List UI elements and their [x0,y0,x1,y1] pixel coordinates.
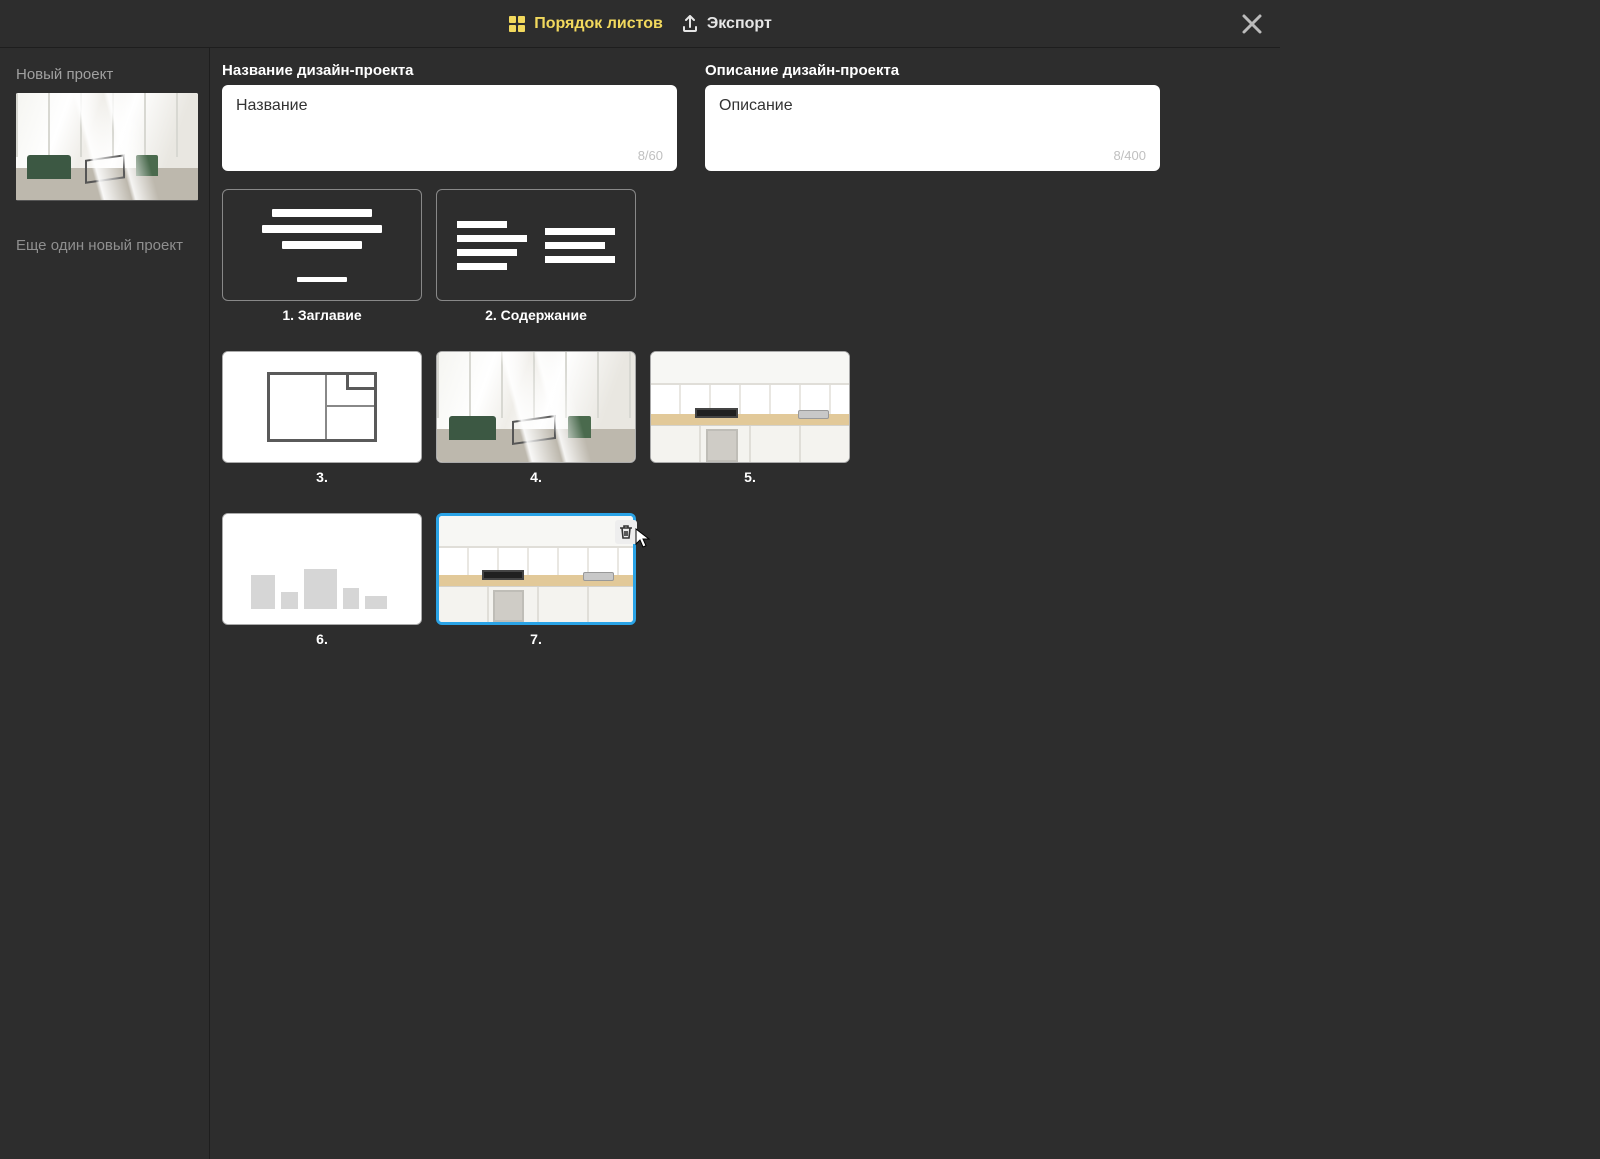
page-caption: 3. [316,469,328,485]
tab-label: Порядок листов [534,15,663,33]
close-button[interactable] [1238,10,1266,38]
page-caption: 4. [530,469,542,485]
page-caption: 7. [530,631,542,647]
export-icon [681,15,699,33]
main-content: Название дизайн-проекта Название 8/60 Оп… [210,48,1600,1159]
desc-value: Описание [719,97,793,114]
topbar: Порядок листов Экспорт [0,0,1280,48]
page-thumb-elevation[interactable] [222,513,422,625]
sidebar-project-current[interactable]: Новый проект [16,62,197,87]
name-value: Название [236,97,308,114]
trash-icon [619,524,633,540]
pages-grid: 1. Заглавие 2. Содержание 3. [222,189,1092,647]
page-thumb-render-kitchen[interactable] [650,351,850,463]
desc-label: Описание дизайн-проекта [705,62,1160,79]
cursor-icon [635,528,651,553]
page-caption: 2. Содержание [485,307,587,323]
name-label: Название дизайн-проекта [222,62,677,79]
desc-input[interactable]: Описание 8/400 [705,85,1160,171]
sidebar: Новый проект Еще один новый проект [0,48,210,1159]
page-caption: 1. Заглавие [282,307,361,323]
page-caption: 5. [744,469,756,485]
name-input[interactable]: Название 8/60 [222,85,677,171]
delete-page-button[interactable] [615,520,637,544]
tab-label: Экспорт [707,15,772,33]
page-thumb-render-living[interactable] [436,351,636,463]
sidebar-project-thumbnail[interactable] [16,93,198,201]
tab-sheet-order[interactable]: Порядок листов [508,15,663,33]
desc-counter: 8/400 [1113,148,1146,163]
page-thumb-title[interactable] [222,189,422,301]
page-thumb-contents[interactable] [436,189,636,301]
page-thumb-selected[interactable] [436,513,636,625]
page-caption: 6. [316,631,328,647]
sidebar-project-other[interactable]: Еще один новый проект [16,233,197,258]
grid-icon [508,15,526,33]
name-counter: 8/60 [638,148,663,163]
tab-export[interactable]: Экспорт [681,15,772,33]
page-thumb-floorplan[interactable] [222,351,422,463]
